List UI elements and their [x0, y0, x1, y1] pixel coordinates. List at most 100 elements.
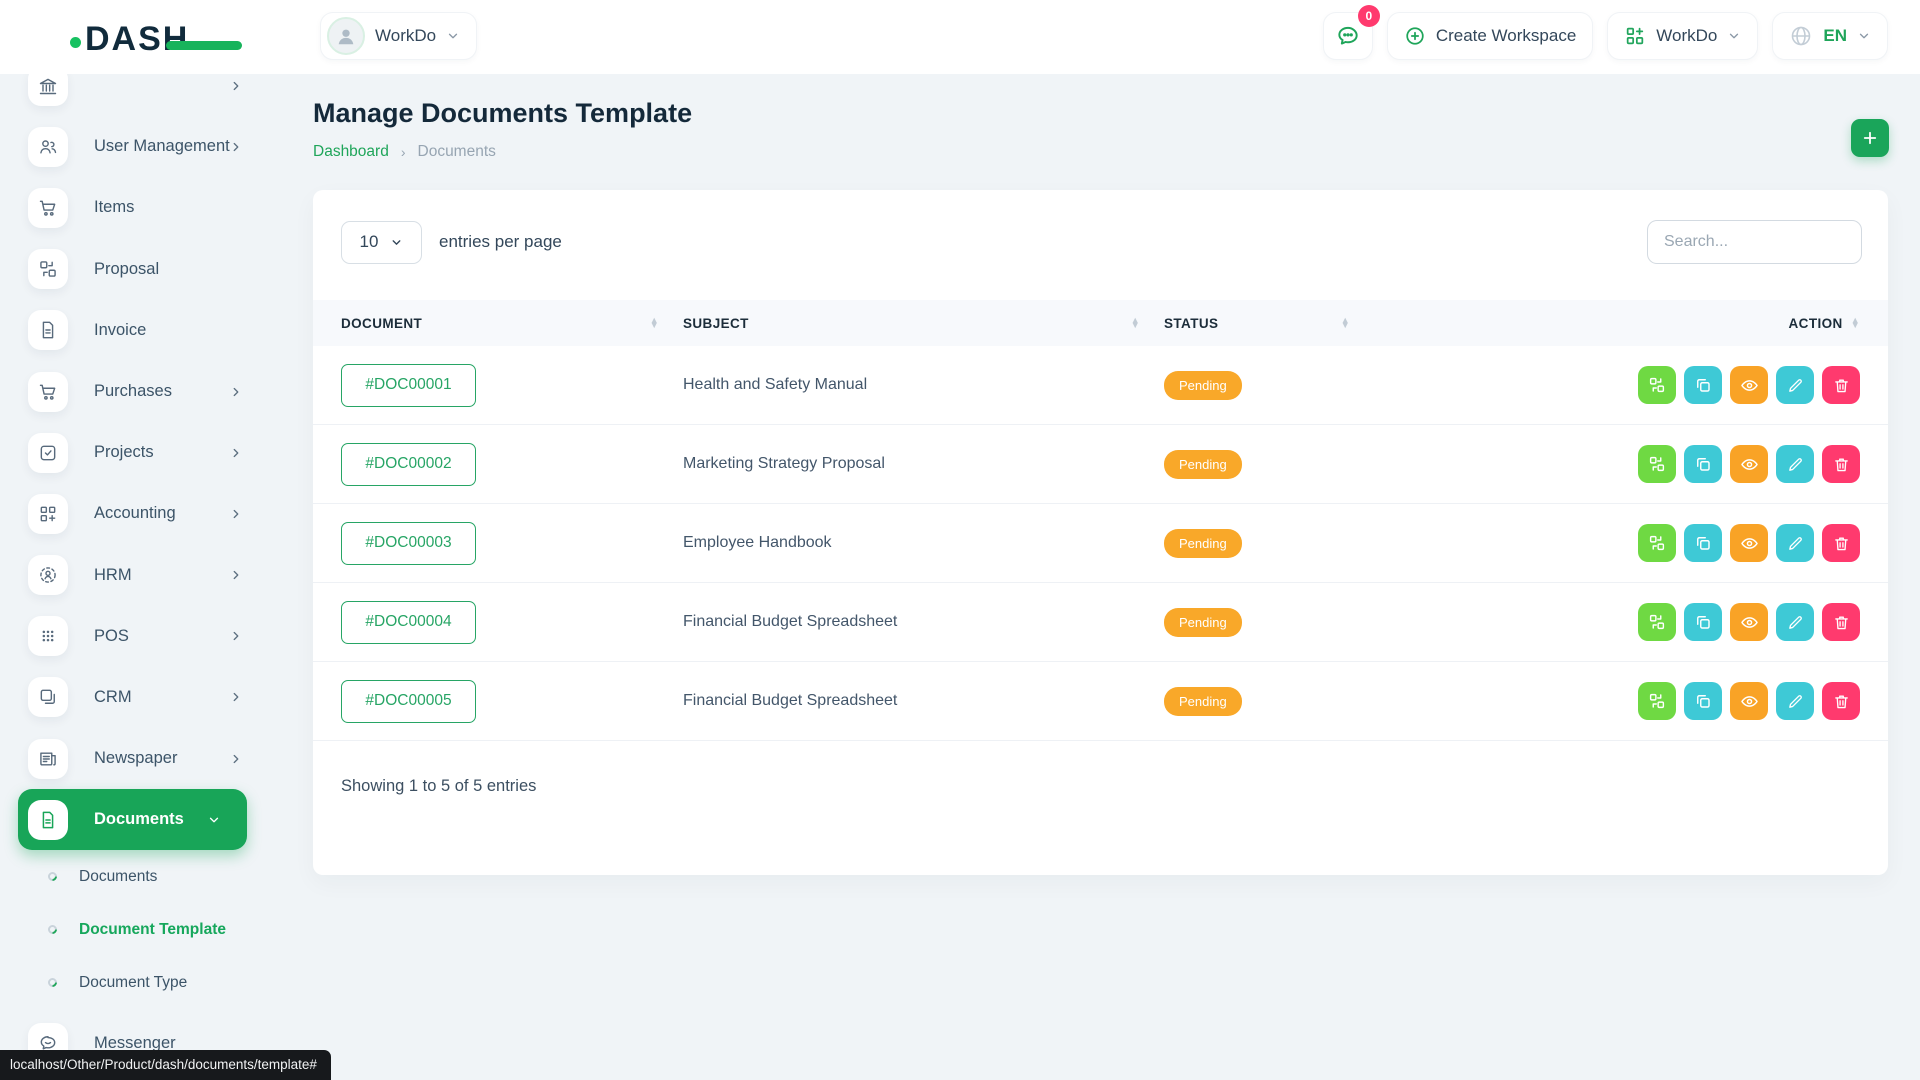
copy-button[interactable] [1684, 445, 1722, 483]
submenu-item-documents[interactable]: Documents [0, 850, 265, 903]
sidebar-item-label: Documents [94, 810, 184, 829]
document-id-button[interactable]: #DOC00002 [341, 443, 476, 486]
convert-button[interactable] [1638, 603, 1676, 641]
delete-button[interactable] [1822, 603, 1860, 641]
sidebar-item-label: CRM [94, 688, 132, 707]
delete-button[interactable] [1822, 524, 1860, 562]
dots-grid-icon [28, 616, 68, 656]
copy-button[interactable] [1684, 603, 1722, 641]
entries-per-page-label: entries per page [439, 232, 562, 252]
sidebar-item-user-management[interactable]: User Management [0, 116, 265, 177]
column-header-subject[interactable]: SUBJECT ▲▼ [659, 316, 1140, 331]
documents-template-card: 10 entries per page DOCUMENT ▲▼ SUBJECT … [313, 190, 1888, 875]
sidebar-item-label: HRM [94, 566, 132, 585]
convert-button[interactable] [1638, 366, 1676, 404]
edit-button[interactable] [1776, 682, 1814, 720]
avatar [327, 17, 365, 55]
submenu-item-document-template[interactable]: Document Template [0, 903, 265, 956]
sidebar-item-label: Invoice [94, 321, 146, 340]
submenu-item-label: Documents [79, 868, 157, 886]
status-badge: Pending [1164, 529, 1242, 558]
chevron-right-icon [229, 385, 243, 399]
sidebar-item-newspaper[interactable]: Newspaper [0, 728, 265, 789]
messages-count-badge: 0 [1358, 5, 1380, 27]
top-header: DASH WorkDo 0 Create Workspace WorkDo EN [0, 0, 1920, 74]
view-button[interactable] [1730, 366, 1768, 404]
document-id-button[interactable]: #DOC00001 [341, 364, 476, 407]
sidebar-item-crm[interactable]: CRM [0, 667, 265, 728]
copy-button[interactable] [1684, 682, 1722, 720]
sidebar-item-projects[interactable]: Projects [0, 422, 265, 483]
sidebar-item-hrm[interactable]: HRM [0, 545, 265, 606]
view-button[interactable] [1730, 524, 1768, 562]
cart-icon [28, 188, 68, 228]
document-id-button[interactable]: #DOC00003 [341, 522, 476, 565]
bullet-icon [46, 871, 59, 884]
sidebar-item-invoice[interactable]: Invoice [0, 300, 265, 361]
chevron-right-icon [229, 507, 243, 521]
create-workspace-button[interactable]: Create Workspace [1387, 12, 1593, 60]
status-badge: Pending [1164, 450, 1242, 479]
language-dropdown[interactable]: EN [1772, 12, 1888, 60]
document-id-button[interactable]: #DOC00004 [341, 601, 476, 644]
copy-button[interactable] [1684, 524, 1722, 562]
document-subject: Health and Safety Manual [683, 376, 867, 393]
sidebar-item-documents[interactable]: Documents [18, 789, 247, 850]
copy-button[interactable] [1684, 366, 1722, 404]
column-header-action[interactable]: ACTION ▲▼ [1789, 316, 1860, 331]
account-label: WorkDo [375, 26, 436, 46]
sidebar-item-label: Accounting [94, 504, 176, 523]
chevron-right-icon [229, 446, 243, 460]
sidebar-item-purchases[interactable]: Purchases [0, 361, 265, 422]
workspace-menu-dropdown[interactable]: WorkDo [1607, 12, 1758, 60]
convert-button[interactable] [1638, 445, 1676, 483]
breadcrumb: Dashboard › Documents [313, 143, 496, 161]
delete-button[interactable] [1822, 445, 1860, 483]
dash-logo[interactable]: DASH [70, 22, 189, 56]
add-template-button[interactable] [1851, 119, 1889, 157]
edit-button[interactable] [1776, 366, 1814, 404]
sort-icon: ▲▼ [1131, 318, 1140, 328]
edit-button[interactable] [1776, 603, 1814, 641]
sort-icon: ▲▼ [1851, 318, 1860, 328]
document-subject: Financial Budget Spreadsheet [683, 692, 897, 709]
submenu-item-document-type[interactable]: Document Type [0, 956, 265, 1009]
sidebar-item-pos[interactable]: POS [0, 606, 265, 667]
bullet-icon [46, 924, 59, 937]
delete-button[interactable] [1822, 366, 1860, 404]
cart-icon [28, 372, 68, 412]
messages-button[interactable]: 0 [1323, 12, 1373, 60]
view-button[interactable] [1730, 682, 1768, 720]
chevron-right-icon [229, 568, 243, 582]
sidebar-item-accounting[interactable]: Accounting [0, 483, 265, 544]
status-badge: Pending [1164, 608, 1242, 637]
sidebar-item-items[interactable]: Items [0, 177, 265, 238]
grid-plus-icon [28, 494, 68, 534]
edit-button[interactable] [1776, 524, 1814, 562]
chevron-right-icon [229, 140, 243, 154]
newspaper-icon [28, 739, 68, 779]
convert-button[interactable] [1638, 524, 1676, 562]
chevron-down-icon [446, 29, 460, 43]
view-button[interactable] [1730, 603, 1768, 641]
breadcrumb-dashboard-link[interactable]: Dashboard [313, 143, 389, 161]
column-header-status[interactable]: STATUS ▲▼ [1140, 316, 1350, 331]
submenu-item-label: Document Type [79, 974, 187, 992]
chevron-right-icon [229, 79, 243, 93]
convert-button[interactable] [1638, 682, 1676, 720]
bullet-icon [46, 977, 59, 990]
sidebar-item-label: Newspaper [94, 749, 177, 768]
column-header-document[interactable]: DOCUMENT ▲▼ [341, 316, 659, 331]
delete-button[interactable] [1822, 682, 1860, 720]
view-button[interactable] [1730, 445, 1768, 483]
search-input[interactable] [1647, 220, 1862, 264]
sidebar: User Management Items Proposal Invoice [0, 74, 265, 1080]
chevron-down-icon [1857, 29, 1871, 43]
edit-button[interactable] [1776, 445, 1814, 483]
sidebar-item-label: POS [94, 627, 129, 646]
sidebar-item-proposal[interactable]: Proposal [0, 239, 265, 300]
workspace-account-dropdown[interactable]: WorkDo [320, 12, 477, 60]
document-id-button[interactable]: #DOC00005 [341, 680, 476, 723]
sidebar-item-label: Items [94, 198, 134, 217]
entries-per-page-select[interactable]: 10 [341, 221, 422, 264]
